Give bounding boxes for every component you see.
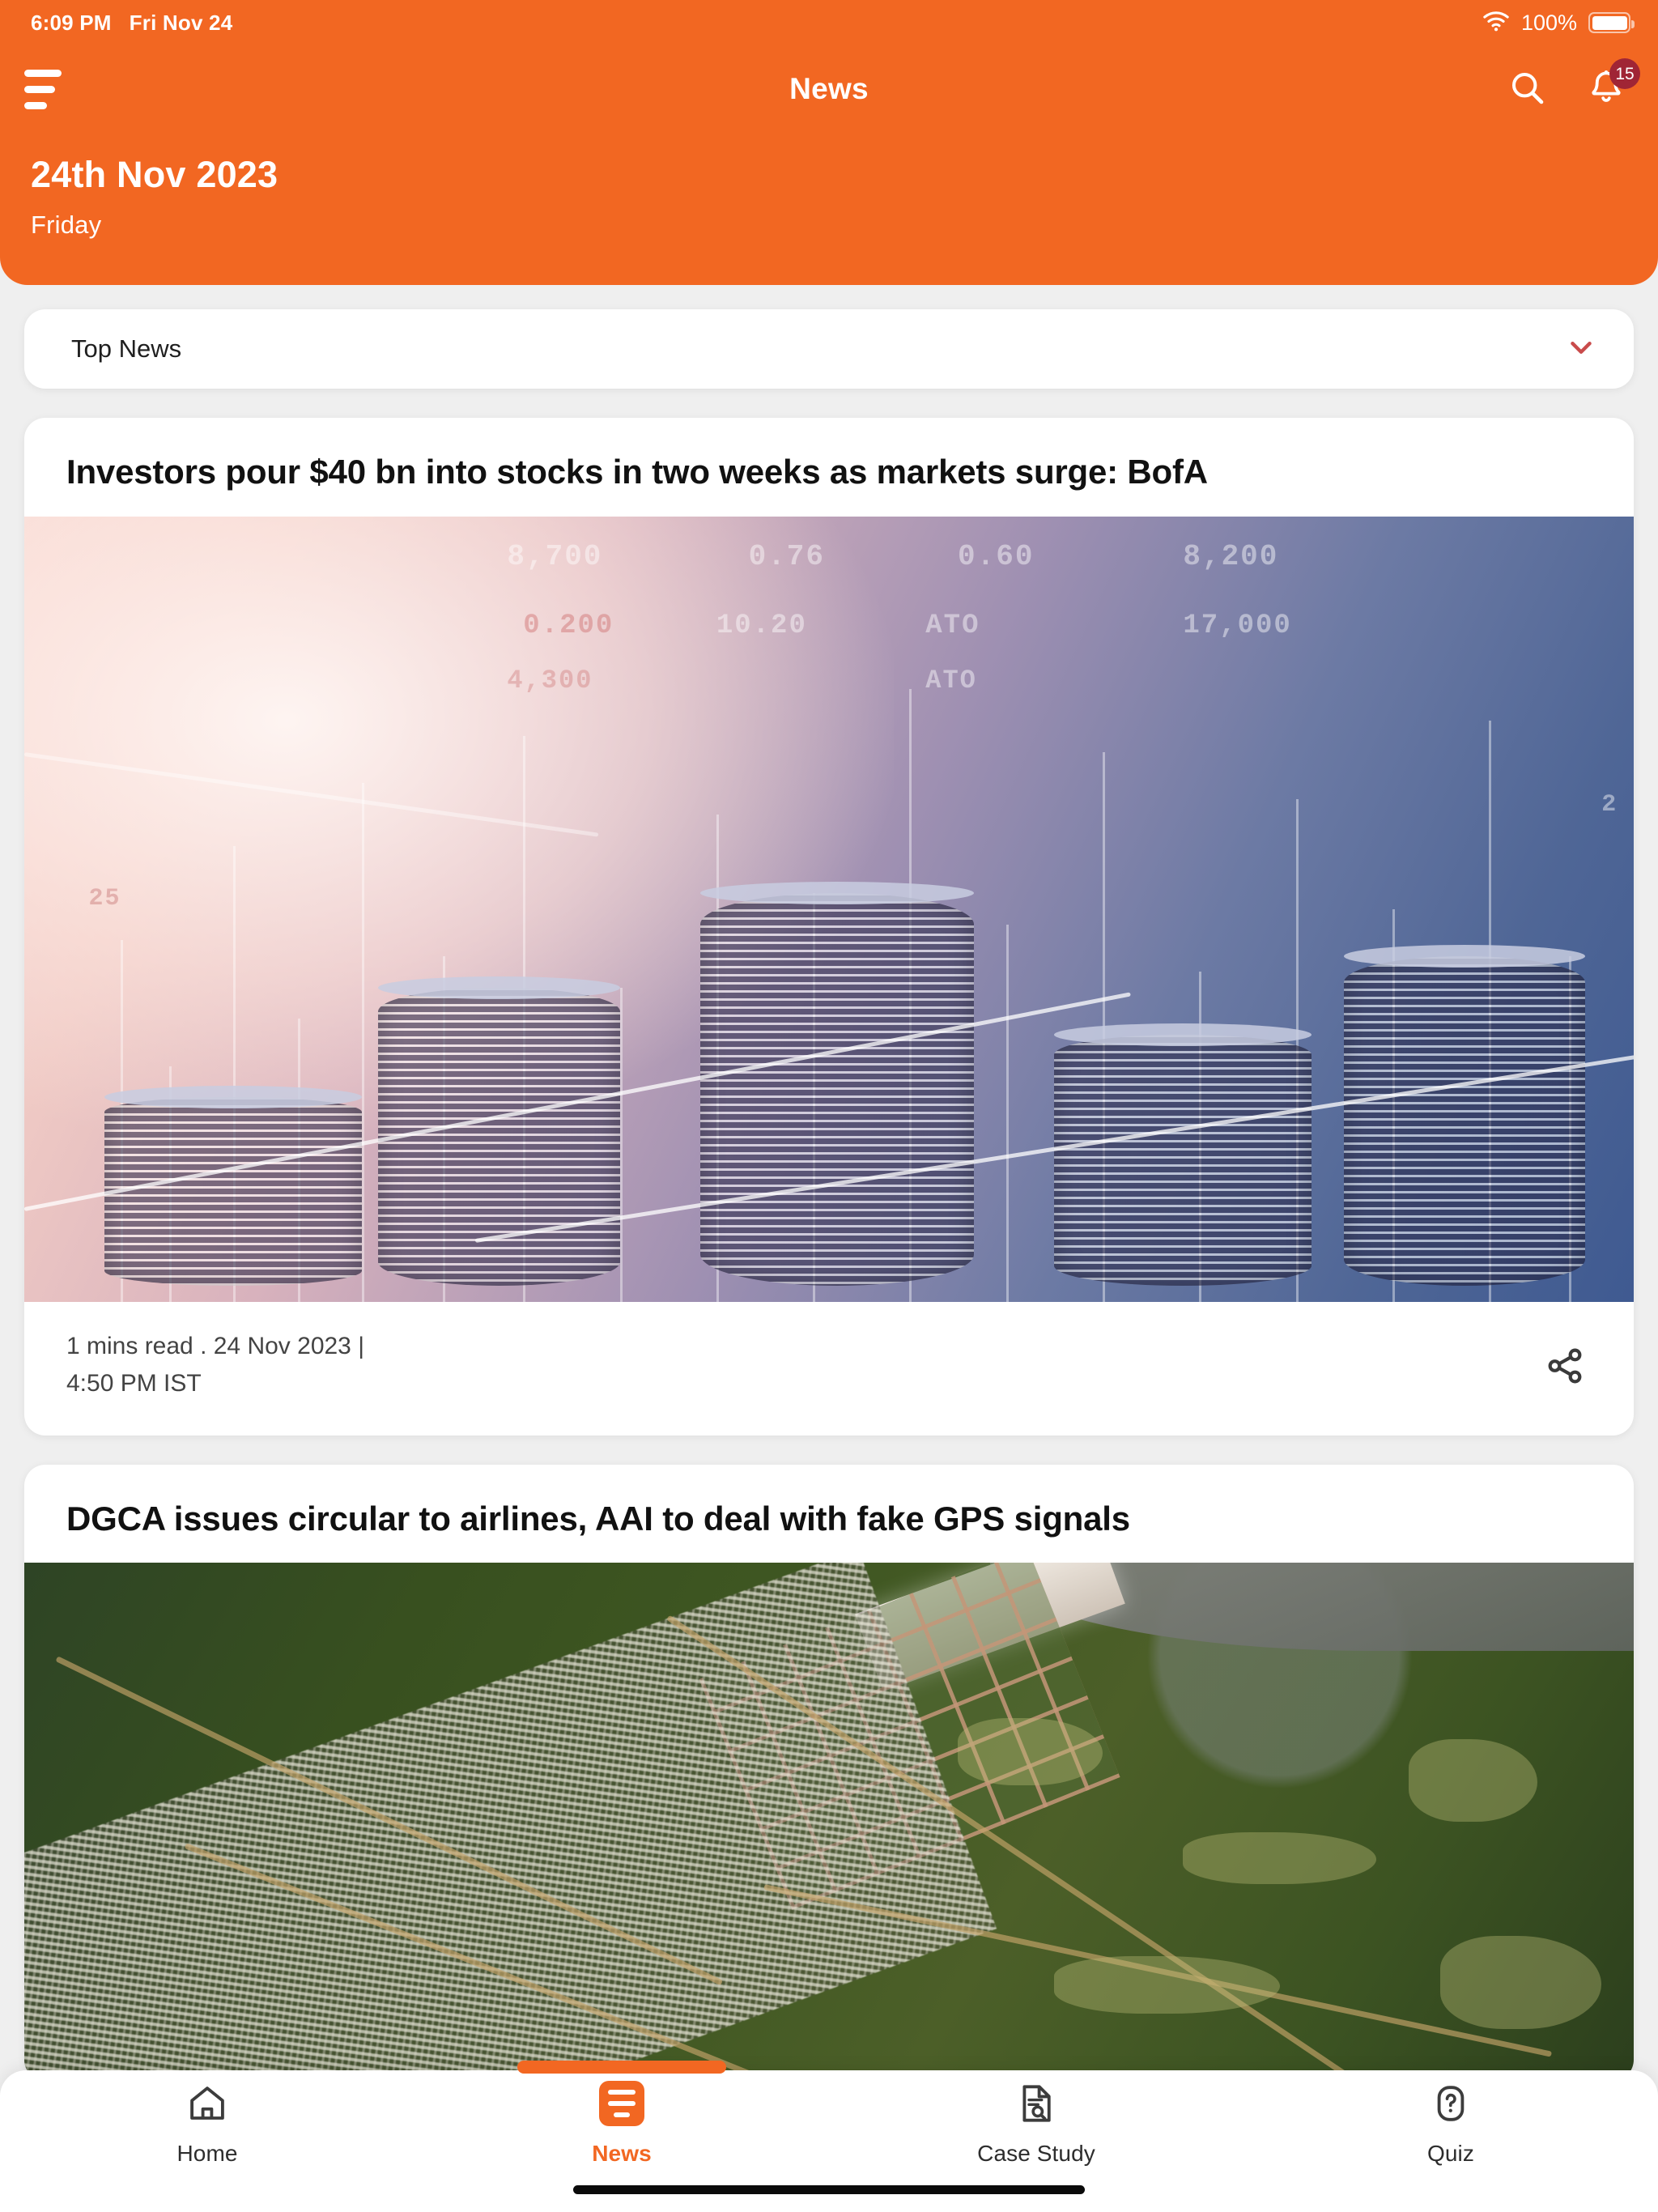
status-time: 6:09 PM (31, 10, 112, 35)
aerial-dense-buildings (24, 1563, 997, 2082)
header-date: 24th Nov 2023 (31, 154, 278, 195)
chevron-down-icon[interactable] (1562, 329, 1600, 370)
news-title: Investors pour $40 bn into stocks in two… (66, 453, 1208, 491)
document-search-icon (1014, 2078, 1058, 2129)
header-weekday: Friday (31, 211, 102, 239)
share-button[interactable] (1538, 1339, 1592, 1397)
nav-item-news[interactable]: News (414, 2061, 829, 2174)
bottom-navigation-bar: Home News Case Study Quiz (0, 2061, 1658, 2212)
nav-label-news: News (592, 2140, 652, 2166)
search-icon (1507, 68, 1546, 111)
home-indicator (573, 2185, 1085, 2194)
question-mark-icon (1429, 2078, 1473, 2129)
active-tab-indicator (517, 2061, 726, 2074)
news-publish-time: 4:50 PM IST (66, 1370, 202, 1397)
category-dropdown-label: Top News (71, 334, 182, 363)
orange-app-header: 6:09 PM Fri Nov 24 100% News 15 24th Nov… (0, 0, 1658, 285)
nav-item-case-study[interactable]: Case Study (829, 2070, 1244, 2174)
status-bar-right: 100% (1482, 10, 1635, 36)
notification-badge: 15 (1609, 58, 1640, 89)
app-bar: News 15 (0, 45, 1658, 133)
app-bar-actions: 15 (1504, 58, 1640, 112)
nav-label-home: Home (176, 2140, 238, 2166)
news-card[interactable]: DGCA issues circular to airlines, AAI to… (24, 1464, 1634, 2082)
date-header: 24th Nov 2023 Friday (31, 154, 278, 240)
share-icon (1545, 1348, 1585, 1389)
wifi-icon (1482, 11, 1510, 36)
news-title: DGCA issues circular to airlines, AAI to… (66, 1499, 1130, 1538)
news-meta: 1 mins read . 24 Nov 2023 | 4:50 PM IST (24, 1302, 1634, 1436)
notifications-button[interactable]: 15 (1584, 58, 1640, 112)
nav-label-quiz: Quiz (1427, 2140, 1474, 2166)
battery-percent: 100% (1520, 10, 1577, 35)
home-icon (185, 2078, 229, 2129)
news-feed[interactable]: Top News Investors pour $40 bn into stoc… (0, 285, 1658, 2212)
news-image (24, 1563, 1634, 2082)
category-dropdown[interactable]: Top News (24, 309, 1634, 389)
status-date: Fri Nov 24 (129, 10, 233, 35)
page-title: News (789, 72, 869, 105)
news-meta-text: 1 mins read . 24 Nov 2023 | 4:50 PM IST (66, 1328, 364, 1403)
news-article-icon (599, 2078, 644, 2129)
status-bar-left: 6:09 PM Fri Nov 24 (31, 11, 232, 36)
app-screen: 6:09 PM Fri Nov 24 100% News 15 24th Nov… (0, 0, 1658, 2212)
search-button[interactable] (1504, 66, 1550, 112)
nav-item-quiz[interactable]: Quiz (1244, 2070, 1658, 2174)
nav-item-home[interactable]: Home (0, 2070, 414, 2174)
bottom-nav-items: Home News Case Study Quiz (0, 2061, 1658, 2174)
status-bar: 6:09 PM Fri Nov 24 100% (0, 0, 1658, 45)
news-read-time-and-date: 1 mins read . 24 Nov 2023 | (66, 1332, 364, 1359)
battery-icon (1588, 12, 1635, 33)
news-card[interactable]: Investors pour $40 bn into stocks in two… (24, 418, 1634, 1436)
nav-label-case-study: Case Study (977, 2140, 1095, 2166)
news-image: 8,700 0.76 0.60 8,200 0.200 10.20 ATO 17… (24, 516, 1634, 1302)
